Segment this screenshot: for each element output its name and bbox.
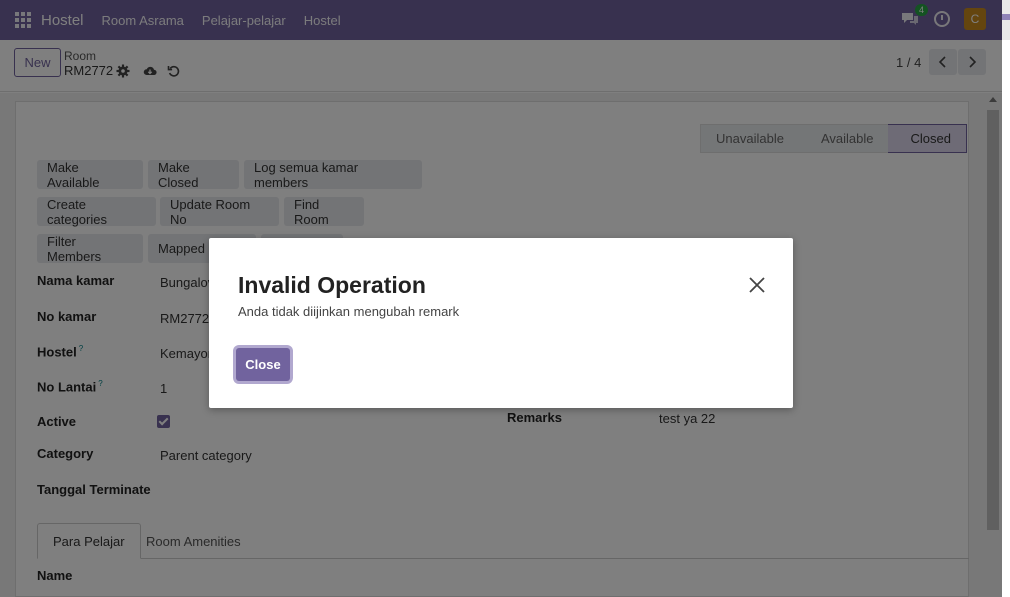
window-edge	[1002, 0, 1010, 597]
dialog-title: Invalid Operation	[238, 272, 426, 298]
close-button[interactable]: Close	[236, 348, 290, 381]
error-dialog: Invalid Operation Anda tidak diijinkan m…	[209, 238, 793, 408]
dialog-message: Anda tidak diijinkan mengubah remark	[238, 304, 460, 319]
close-icon[interactable]	[747, 275, 767, 295]
